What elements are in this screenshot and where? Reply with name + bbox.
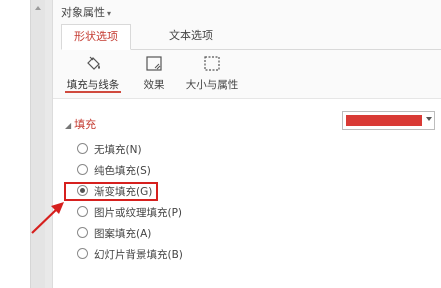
annotation-arrow-icon <box>31 202 64 234</box>
